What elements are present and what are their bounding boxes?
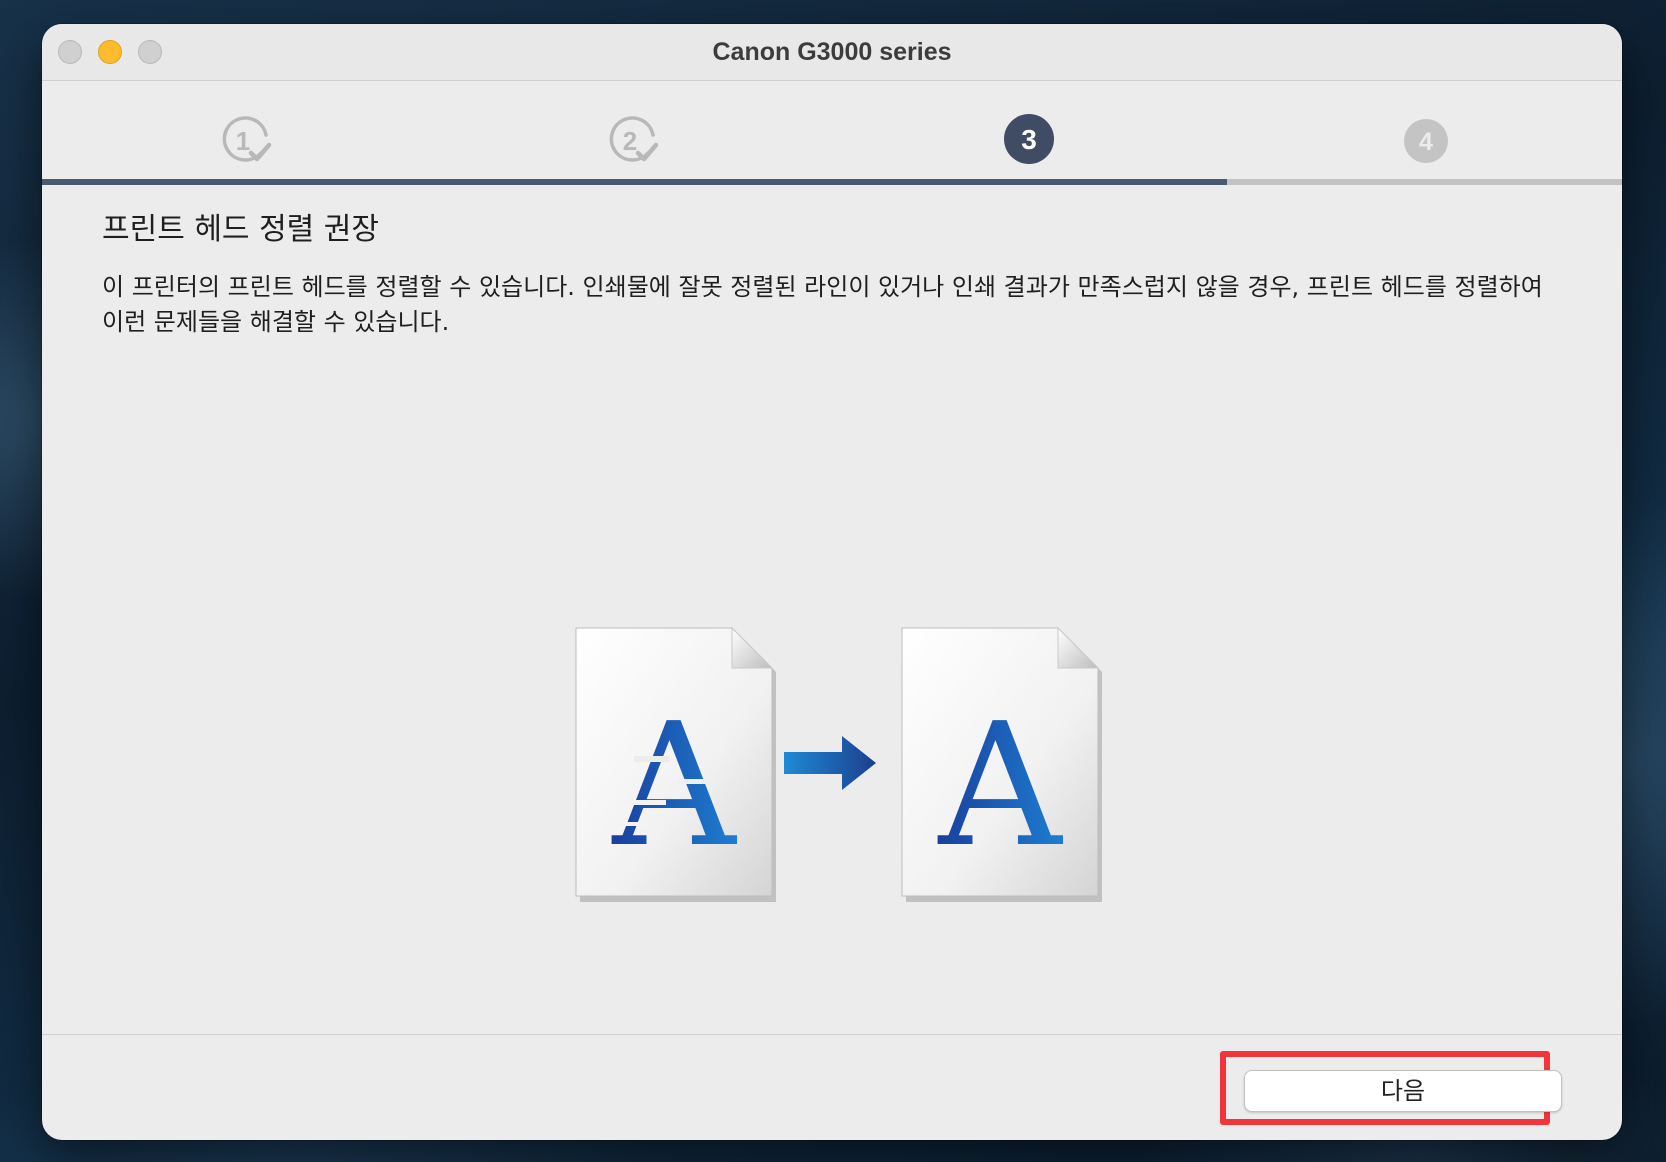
step-2-completed: 2 (604, 113, 660, 169)
step-number: 1 (236, 126, 250, 156)
step-number: 3 (1021, 124, 1037, 155)
step-number: 2 (623, 126, 637, 156)
aligned-document-icon: A (901, 626, 1102, 902)
step-check-icon: 1 (222, 116, 272, 162)
footer-divider (42, 1034, 1622, 1035)
arrow-right-icon (784, 736, 876, 790)
next-button[interactable]: 다음 (1244, 1070, 1562, 1112)
current-step-circle-icon: 3 (1004, 114, 1054, 164)
print-head-alignment-illustration: A A (562, 604, 1162, 904)
title-bar: Canon G3000 series (42, 24, 1622, 81)
page-heading: 프린트 헤드 정렬 권장 (102, 212, 380, 247)
progress-bar (42, 179, 1622, 185)
step-indicator: 1 2 3 4 (42, 81, 1622, 179)
upcoming-step-circle-icon: 4 (1404, 119, 1448, 163)
after-letter: A (938, 687, 1064, 885)
step-3-current: 3 (1001, 111, 1057, 167)
window-title: Canon G3000 series (712, 38, 952, 66)
step-1-completed: 1 (217, 113, 273, 169)
progress-bar-fill (42, 179, 1227, 185)
before-letter: A (612, 687, 738, 885)
page-description: 이 프린터의 프린트 헤드를 정렬할 수 있습니다. 인쇄물에 잘못 정렬된 라… (102, 273, 1543, 336)
step-check-icon: 2 (609, 116, 659, 162)
misaligned-document-icon: A (575, 626, 776, 902)
step-number: 4 (1419, 128, 1433, 156)
installer-window: Canon G3000 series 1 2 3 4 프린트 헤드 정렬 권장 … (42, 24, 1622, 1140)
step-4-upcoming: 4 (1398, 113, 1454, 169)
